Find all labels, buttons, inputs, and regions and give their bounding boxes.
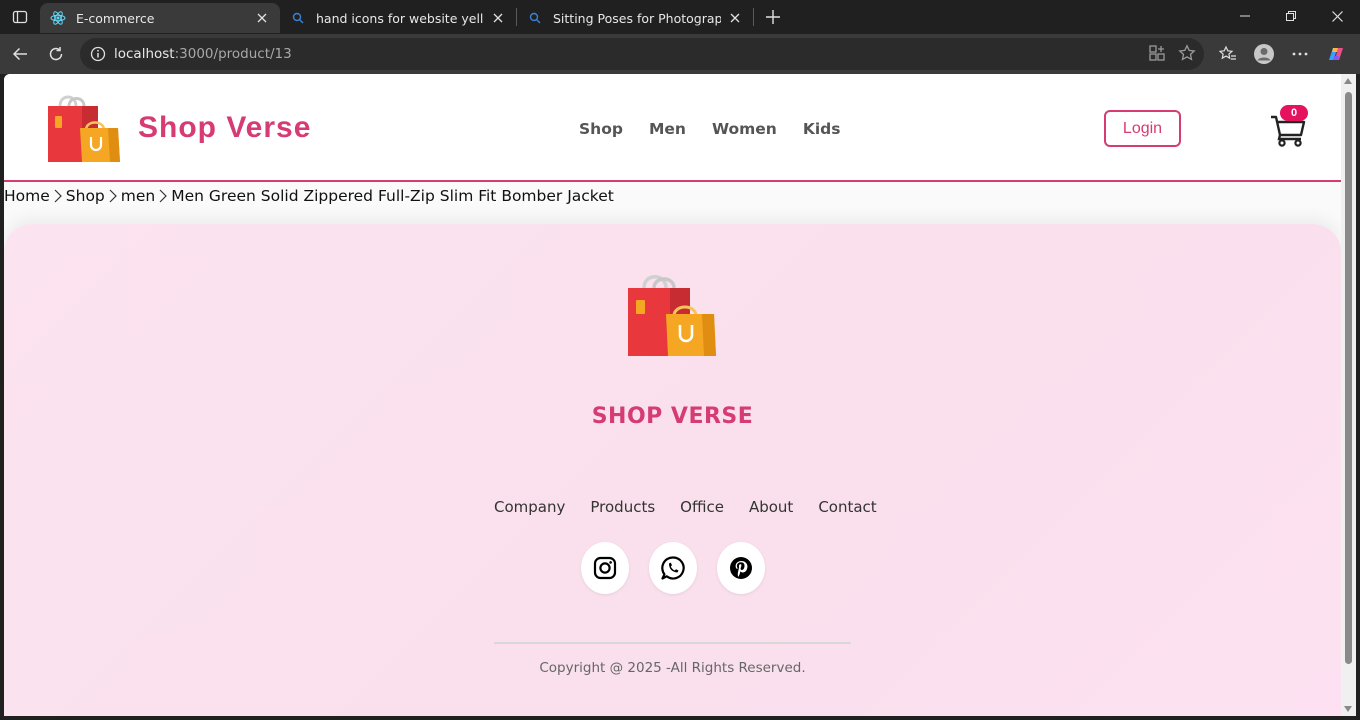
profile-avatar-icon[interactable] (1250, 40, 1278, 68)
scroll-up-icon[interactable] (1344, 78, 1352, 84)
cart-count-badge: 0 (1280, 105, 1308, 121)
address-toolbar: localhost:3000/product/13 (0, 34, 1360, 74)
footer-link-company[interactable]: Company (494, 498, 565, 516)
instagram-icon[interactable] (581, 542, 629, 594)
chevron-right-icon (109, 189, 117, 203)
url-host: localhost (114, 46, 175, 62)
more-options-icon[interactable] (1286, 40, 1314, 68)
site-info-icon[interactable] (82, 46, 114, 62)
breadcrumb-category[interactable]: men (121, 187, 155, 205)
pinterest-icon[interactable] (717, 542, 765, 594)
shopping-bag-logo-icon (628, 275, 716, 356)
footer-link-about[interactable]: About (749, 498, 793, 516)
tab-actions-icon[interactable] (0, 0, 40, 34)
browser-tab[interactable]: Sitting Poses for Photography - Se (517, 3, 753, 33)
back-arrow-icon[interactable] (6, 40, 34, 68)
breadcrumb: Home Shop men Men Green Solid Zippered F… (4, 184, 614, 208)
footer-link-contact[interactable]: Contact (818, 498, 876, 516)
minimize-icon[interactable] (1222, 0, 1268, 32)
menu-item-men[interactable]: Men (649, 120, 686, 138)
url-path: :3000/product/13 (174, 46, 292, 62)
footer-link-office[interactable]: Office (680, 498, 724, 516)
toolbar-icons (1214, 40, 1350, 68)
chevron-right-icon (159, 189, 168, 203)
browser-tab-bar: E-commerce hand icons for website yellow… (0, 0, 1360, 34)
close-window-icon[interactable] (1314, 0, 1360, 32)
url-text: localhost:3000/product/13 (114, 46, 292, 62)
copyright-text: Copyright @ 2025 -All Rights Reserved. (539, 660, 806, 676)
favorite-star-icon[interactable] (1178, 44, 1196, 66)
footer-divider (494, 642, 851, 644)
footer-link-products[interactable]: Products (590, 498, 655, 516)
scrollbar-thumb[interactable] (1345, 92, 1352, 664)
footer-brand-title: SHOP VERSE (591, 404, 754, 429)
shopping-bag-logo-icon (48, 95, 120, 162)
menu-item-women[interactable]: Women (712, 120, 777, 138)
chevron-right-icon (54, 189, 62, 203)
menu-item-shop[interactable]: Shop (579, 120, 623, 138)
search-icon (290, 10, 306, 26)
browser-tab-active[interactable]: E-commerce (40, 3, 280, 33)
tab-title: E-commerce (76, 10, 155, 26)
tab-title: hand icons for website yellow colo (316, 10, 484, 26)
scroll-down-icon[interactable] (1344, 706, 1352, 712)
vertical-scrollbar[interactable] (1341, 74, 1356, 716)
page-viewport: Shop Verse Shop Men Women Kids Login 0 H… (4, 74, 1341, 716)
close-tab-icon[interactable] (490, 10, 506, 26)
favorites-icon[interactable] (1214, 40, 1242, 68)
react-icon (50, 10, 66, 26)
address-bar[interactable]: localhost:3000/product/13 (80, 38, 1204, 70)
footer-links: Company Products Office About Contact (494, 498, 902, 516)
breadcrumb-shop[interactable]: Shop (66, 187, 105, 205)
browser-tab[interactable]: hand icons for website yellow colo (280, 3, 516, 33)
brand-name: Shop Verse (138, 111, 312, 144)
search-icon (527, 10, 543, 26)
brand[interactable]: Shop Verse (46, 92, 311, 164)
whatsapp-icon[interactable] (649, 542, 697, 594)
main-menu: Shop Men Women Kids (579, 120, 867, 138)
reload-icon[interactable] (42, 40, 70, 68)
login-button[interactable]: Login (1104, 110, 1181, 147)
app-available-icon[interactable] (1148, 44, 1166, 66)
tab-separator (753, 8, 754, 26)
copilot-icon[interactable] (1322, 40, 1350, 68)
close-tab-icon[interactable] (254, 10, 270, 26)
tab-title: Sitting Poses for Photography - Se (553, 10, 721, 26)
breadcrumb-product: Men Green Solid Zippered Full-Zip Slim F… (171, 187, 614, 205)
window-controls (1222, 0, 1360, 32)
omnibox-actions (1148, 44, 1196, 66)
social-links (581, 542, 765, 594)
site-footer: SHOP VERSE Company Products Office About… (4, 224, 1341, 716)
menu-item-kids[interactable]: Kids (803, 120, 841, 138)
breadcrumb-home[interactable]: Home (4, 187, 50, 205)
new-tab-icon[interactable] (756, 2, 790, 32)
restore-icon[interactable] (1268, 0, 1314, 32)
close-tab-icon[interactable] (727, 10, 743, 26)
site-navbar: Shop Verse Shop Men Women Kids Login 0 (4, 74, 1341, 182)
